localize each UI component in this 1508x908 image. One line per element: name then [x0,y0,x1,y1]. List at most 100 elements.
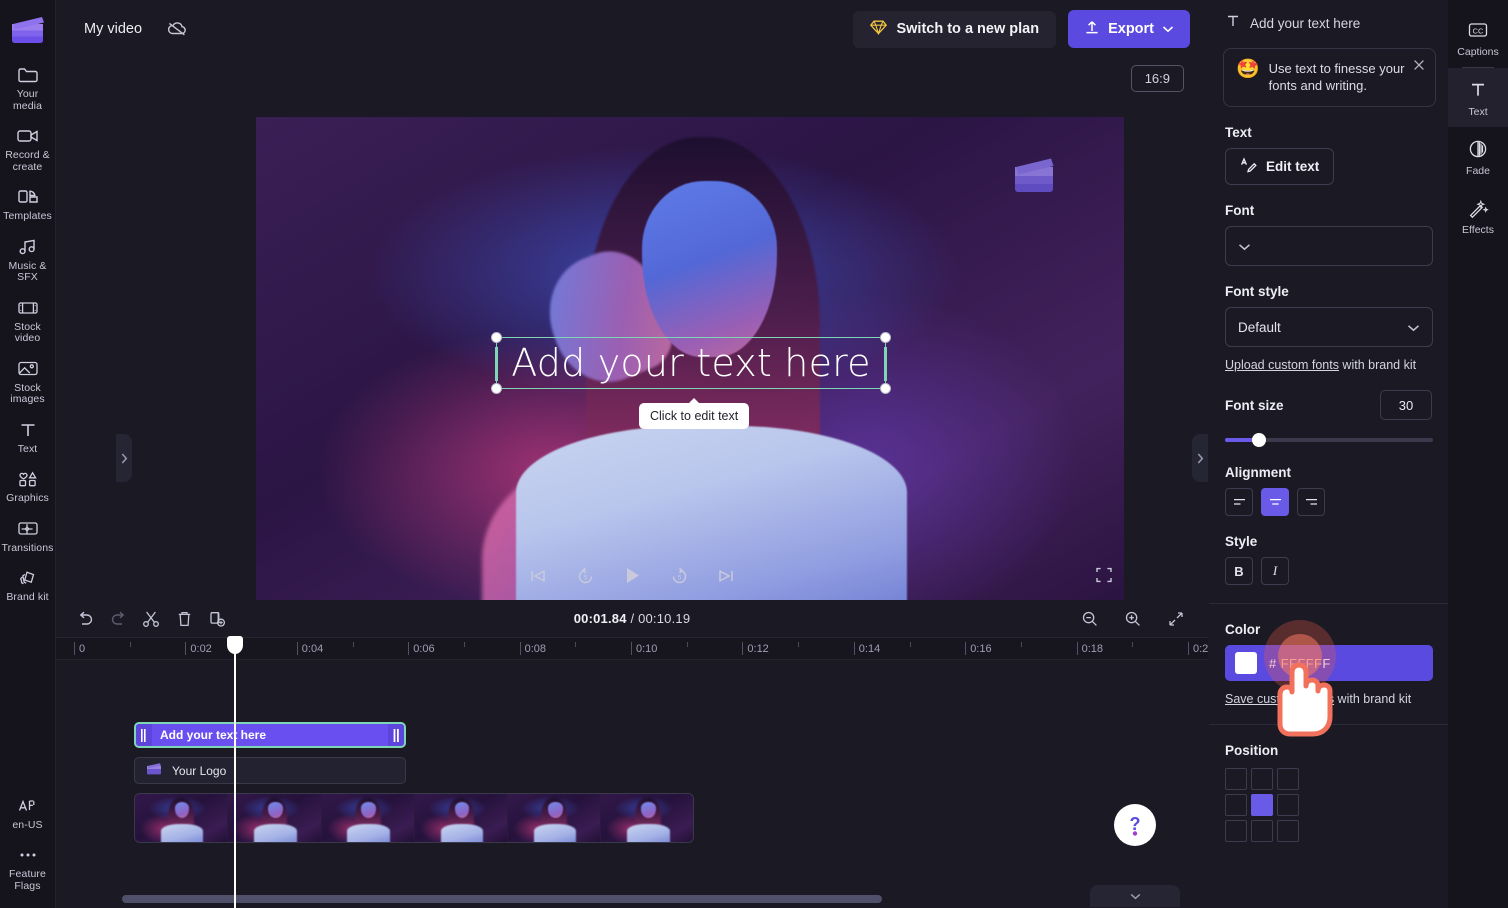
font-size-slider[interactable] [1225,433,1433,447]
sidebar-item-text[interactable]: Text [0,412,56,462]
slider-knob[interactable] [1252,433,1266,447]
clip-trim-handle-left[interactable] [136,724,152,746]
help-collapse-chevron[interactable] [1090,885,1180,907]
tab-effects[interactable]: Effects [1448,186,1508,245]
edit-text-button[interactable]: Edit text [1225,148,1335,185]
tab-fade[interactable]: Fade [1448,127,1508,186]
text-overlay-selection[interactable]: Add your text here [491,332,891,394]
project-name-input[interactable]: My video [70,14,156,44]
position-cell-bottom-center[interactable] [1251,820,1273,842]
sidebar-item-graphics[interactable]: Graphics [0,461,56,511]
sidebar-item-your-media[interactable]: Your media [0,57,56,118]
skip-to-end-icon[interactable] [713,563,739,589]
sidebar-item-feature-flags[interactable]: Feature Flags [0,837,56,898]
clip-trim-handle-right[interactable] [388,724,404,746]
duplicate-button[interactable] [202,606,232,632]
sidebar-item-stock-video[interactable]: Stock video [0,290,56,351]
clipchamp-editor: Your media Record & create Templates Mus… [0,0,1508,908]
video-subject-face [642,180,777,358]
delete-button[interactable] [169,606,199,632]
position-cell-bottom-left[interactable] [1225,820,1247,842]
resize-handle-right[interactable] [884,347,887,381]
color-section: Color # FFFFFF Save custom colors with b… [1225,622,1433,706]
redo-button[interactable] [103,606,133,632]
resize-handle-bottom-left[interactable] [491,383,502,394]
timeline-clip-logo[interactable]: Your Logo [134,757,406,784]
timeline-clip-video[interactable] [134,793,694,843]
resize-handle-bottom-right[interactable] [880,383,891,394]
font-size-input[interactable]: 30 [1380,390,1432,420]
font-select[interactable] [1225,226,1433,266]
sidebar-label: Stock video [14,320,41,344]
align-right-button[interactable] [1297,488,1325,516]
cloud-offline-icon[interactable] [162,14,192,44]
forward-5s-icon[interactable]: 5 [666,563,692,589]
color-picker-button[interactable]: # FFFFFF [1225,645,1433,681]
position-cell-middle-right[interactable] [1277,794,1299,816]
color-label: Color [1225,622,1261,637]
font-style-select[interactable]: Default [1225,307,1433,347]
bold-button[interactable]: B [1225,557,1253,585]
switch-plan-button[interactable]: Switch to a new plan [853,10,1057,48]
undo-button[interactable] [70,606,100,632]
position-cell-middle-left[interactable] [1225,794,1247,816]
ruler-subtick [575,642,577,647]
upload-custom-fonts-link[interactable]: Upload custom fonts [1225,358,1339,372]
timeline-playhead[interactable] [227,636,243,908]
clip-label: Add your text here [160,728,267,742]
app-logo-icon[interactable] [9,15,47,45]
closed-captions-icon: CC [1465,18,1491,42]
rewind-5s-icon[interactable]: 5 [572,563,598,589]
skip-to-start-icon[interactable] [525,563,551,589]
sidebar-item-brand-kit[interactable]: Brand kit [0,560,56,610]
font-size-row: Font size 30 [1225,390,1432,420]
sidebar-item-music-sfx[interactable]: Music & SFX [0,229,56,290]
save-custom-colors-row: Save custom colors with brand kit [1225,692,1432,706]
tab-captions[interactable]: CC Captions [1448,8,1508,67]
timeline-clip-text[interactable]: Add your text here [134,722,406,748]
play-button[interactable] [619,563,645,589]
horizontal-scrollbar-thumb[interactable] [122,895,882,903]
collapse-left-panel-button[interactable] [116,434,132,482]
aspect-ratio-badge[interactable]: 16:9 [1130,65,1184,92]
position-grid [1225,768,1432,842]
position-cell-middle-center[interactable] [1251,794,1273,816]
close-icon[interactable] [1411,57,1427,73]
templates-icon [16,186,40,208]
resize-handle-left[interactable] [495,347,498,381]
sidebar-item-language[interactable]: en-US [0,788,56,838]
style-options: B I [1225,557,1432,585]
tab-text[interactable]: Text [1448,68,1508,127]
resize-handle-top-right[interactable] [880,332,891,343]
save-custom-colors-link[interactable]: Save custom colors [1225,692,1334,706]
sidebar-item-record-create[interactable]: Record & create [0,118,56,179]
save-suffix: with brand kit [1334,692,1412,706]
split-button[interactable] [136,606,166,632]
align-left-button[interactable] [1225,488,1253,516]
fullscreen-icon[interactable] [1094,565,1116,587]
playhead-handle[interactable] [227,636,243,654]
zoom-out-icon[interactable] [1075,606,1105,632]
clapperboard-watermark-icon [1009,153,1062,200]
italic-button[interactable]: I [1261,557,1289,585]
current-time: 00:01.84 [573,611,627,626]
right-tab-rail: CC Captions Text Fade Effects [1448,0,1508,908]
ruler-label: 0:06 [413,643,435,655]
zoom-in-icon[interactable] [1118,606,1148,632]
help-button[interactable]: ? [1114,804,1156,846]
sidebar-label: Graphics [6,492,49,504]
align-center-button[interactable] [1261,488,1289,516]
sidebar-item-templates[interactable]: Templates [0,179,56,229]
export-label: Export [1108,21,1154,37]
position-cell-top-right[interactable] [1277,768,1299,790]
position-cell-top-center[interactable] [1251,768,1273,790]
export-button[interactable]: Export [1068,10,1190,48]
sidebar-item-transitions[interactable]: Transitions [0,511,56,561]
sidebar-item-stock-images[interactable]: Stock images [0,351,56,412]
fit-to-timeline-icon[interactable] [1161,606,1191,632]
position-cell-bottom-right[interactable] [1277,820,1299,842]
resize-handle-top-left[interactable] [491,332,502,343]
position-cell-top-left[interactable] [1225,768,1247,790]
collapse-right-panel-button[interactable] [1192,434,1208,482]
ruler-label: 0:12 [747,643,769,655]
